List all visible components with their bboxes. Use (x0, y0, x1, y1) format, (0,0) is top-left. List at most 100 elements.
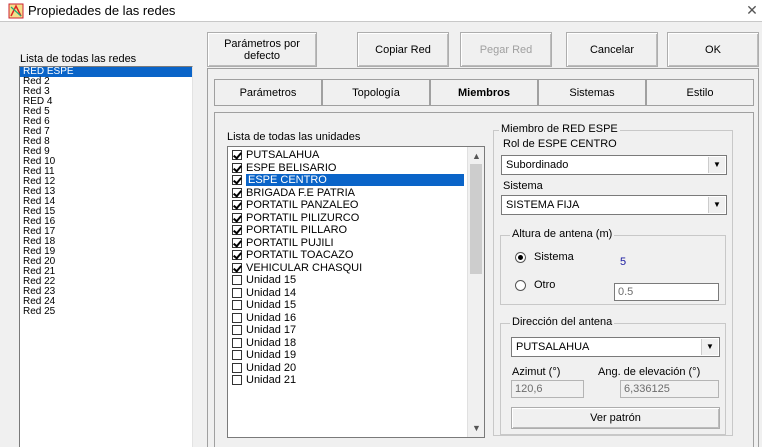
tab-parametros[interactable]: Parámetros (214, 79, 322, 106)
unit-name: Unidad 15 (246, 274, 297, 286)
units-list[interactable]: Unidad 21 Unidad 20 Unidad 19 Unidad 18 Unid… (227, 146, 485, 438)
unit-checkbox[interactable] (232, 350, 242, 360)
unit-name: Unidad 15 (246, 299, 297, 311)
elevation-label: Ang. de elevación (°) (598, 366, 701, 378)
defaults-button[interactable]: Parámetros por defecto (207, 32, 317, 67)
tab-sistemas[interactable]: Sistemas (538, 79, 646, 106)
unit-list-item[interactable]: BRIGADA F.E PATRIA (232, 187, 464, 199)
unit-checkbox[interactable] (232, 275, 242, 285)
unit-name: Unidad 14 (246, 286, 297, 299)
network-list-item[interactable]: Red 25 (20, 307, 192, 317)
unit-checkbox[interactable] (232, 225, 242, 235)
unit-checkbox[interactable] (232, 325, 242, 335)
scroll-down-icon[interactable]: ▼ (468, 421, 485, 435)
other-height-input[interactable]: 0.5 (614, 283, 719, 301)
title-bar: Propiedades de las redes ✕ (0, 0, 762, 22)
networks-list[interactable]: RED ESPE Red 2 Red 3 RED 4 Red 5 Red 6 Red 7 Re… (19, 66, 193, 447)
unit-list-item[interactable]: Unidad 20 (232, 362, 464, 374)
unit-checkbox[interactable] (232, 175, 242, 185)
unit-list-item[interactable]: Unidad 16 (232, 312, 464, 324)
unit-name: PORTATIL PUJILI (246, 236, 334, 249)
unit-list-item[interactable]: PORTATIL PILLARO (232, 224, 464, 236)
unit-checkbox[interactable] (232, 212, 242, 223)
unit-checkbox[interactable] (232, 150, 242, 160)
role-select[interactable]: Subordinado ▼ (501, 155, 727, 175)
role-value: Subordinado (506, 159, 569, 171)
tab-estilo[interactable]: Estilo (646, 79, 754, 106)
unit-checkbox[interactable] (232, 337, 242, 348)
unit-list-item[interactable]: Unidad 14 (232, 287, 464, 299)
unit-name: Unidad 19 (246, 349, 297, 361)
cancel-button[interactable]: Cancelar (566, 32, 658, 67)
unit-list-item[interactable]: Unidad 18 (232, 337, 464, 349)
unit-list-item[interactable]: Unidad 17 (232, 324, 464, 336)
unit-list-item[interactable]: Unidad 19 (232, 349, 464, 361)
system-value: SISTEMA FIJA (506, 199, 580, 211)
antenna-direction-title: Dirección del antena (510, 316, 615, 328)
system-select[interactable]: SISTEMA FIJA ▼ (501, 195, 727, 215)
units-scrollbar[interactable]: ▲ ▼ (467, 147, 484, 437)
chevron-down-icon[interactable]: ▼ (708, 197, 725, 213)
system-height-radio[interactable] (515, 252, 526, 263)
unit-checkbox[interactable] (232, 187, 242, 198)
unit-checkbox[interactable] (232, 300, 242, 310)
unit-list-item[interactable]: PORTATIL PUJILI (232, 237, 464, 249)
tab-miembros[interactable]: Miembros (430, 79, 538, 106)
unit-list-item[interactable]: ESPE CENTRO (232, 174, 464, 186)
direction-target-value: PUTSALAHUA (516, 341, 590, 353)
paste-network-button[interactable]: Pegar Red (460, 32, 552, 67)
tab-topologia[interactable]: Topología (322, 79, 430, 106)
unit-name: Unidad 17 (246, 324, 297, 336)
unit-checkbox[interactable] (232, 362, 242, 373)
direction-target-select[interactable]: PUTSALAHUA ▼ (511, 337, 720, 357)
unit-list-item[interactable]: ESPE BELISARIO (232, 162, 464, 174)
unit-checkbox[interactable] (232, 250, 242, 260)
defaults-button-line1: Parámetros por (224, 37, 300, 50)
unit-list-item[interactable]: PORTATIL PANZALEO (232, 199, 464, 211)
app-icon (8, 3, 24, 19)
unit-checkbox[interactable] (232, 312, 242, 323)
role-label: Rol de ESPE CENTRO (503, 138, 617, 150)
azimuth-label: Azimut (°) (512, 366, 561, 378)
unit-list-item[interactable]: Unidad 15 (232, 274, 464, 286)
ok-button[interactable]: OK (667, 32, 759, 67)
chevron-down-icon[interactable]: ▼ (708, 157, 725, 173)
unit-checkbox[interactable] (232, 262, 242, 273)
unit-list-item[interactable]: Unidad 15 (232, 299, 464, 311)
system-height-value: 5 (620, 256, 627, 268)
unit-checkbox[interactable] (232, 162, 242, 173)
unit-name: PORTATIL PILLARO (246, 224, 348, 236)
member-group-title: Miembro de RED ESPE (499, 123, 620, 135)
unit-checkbox[interactable] (232, 287, 242, 298)
scroll-up-icon[interactable]: ▲ (468, 149, 485, 163)
close-icon[interactable]: ✕ (744, 2, 760, 18)
unit-name: Unidad 18 (246, 336, 297, 349)
view-pattern-button[interactable]: Ver patrón (511, 407, 720, 429)
unit-checkbox[interactable] (232, 375, 242, 385)
unit-name: PUTSALAHUA (246, 149, 320, 161)
unit-name: Unidad 20 (246, 361, 297, 374)
other-height-radio[interactable] (515, 280, 526, 291)
unit-name: PORTATIL PANZALEO (246, 199, 359, 211)
azimuth-field: 120,6 (511, 380, 584, 398)
copy-network-button[interactable]: Copiar Red (357, 32, 449, 67)
unit-list-item[interactable]: PUTSALAHUA (232, 149, 464, 161)
scroll-thumb[interactable] (470, 164, 482, 274)
networks-label: Lista de todas las redes (20, 53, 137, 65)
unit-checkbox[interactable] (232, 200, 242, 210)
unit-list-item[interactable]: PORTATIL PILIZURCO (232, 212, 464, 224)
window-title: Propiedades de las redes (28, 3, 176, 18)
unit-name: PORTATIL PILIZURCO (246, 211, 360, 224)
unit-list-item[interactable]: Unidad 21 (232, 374, 464, 386)
unit-name: ESPE CENTRO (246, 174, 464, 186)
unit-list-item[interactable]: VEHICULAR CHASQUI (232, 262, 464, 274)
unit-list-item[interactable]: PORTATIL TOACAZO (232, 249, 464, 261)
unit-name: VEHICULAR CHASQUI (246, 261, 363, 274)
chevron-down-icon[interactable]: ▼ (701, 339, 718, 355)
elevation-field: 6,336125 (620, 380, 719, 398)
defaults-button-line2: defecto (243, 49, 281, 62)
other-height-label: Otro (534, 279, 556, 291)
unit-name: BRIGADA F.E PATRIA (246, 186, 356, 199)
unit-checkbox[interactable] (232, 237, 242, 248)
unit-name: PORTATIL TOACAZO (246, 249, 354, 261)
